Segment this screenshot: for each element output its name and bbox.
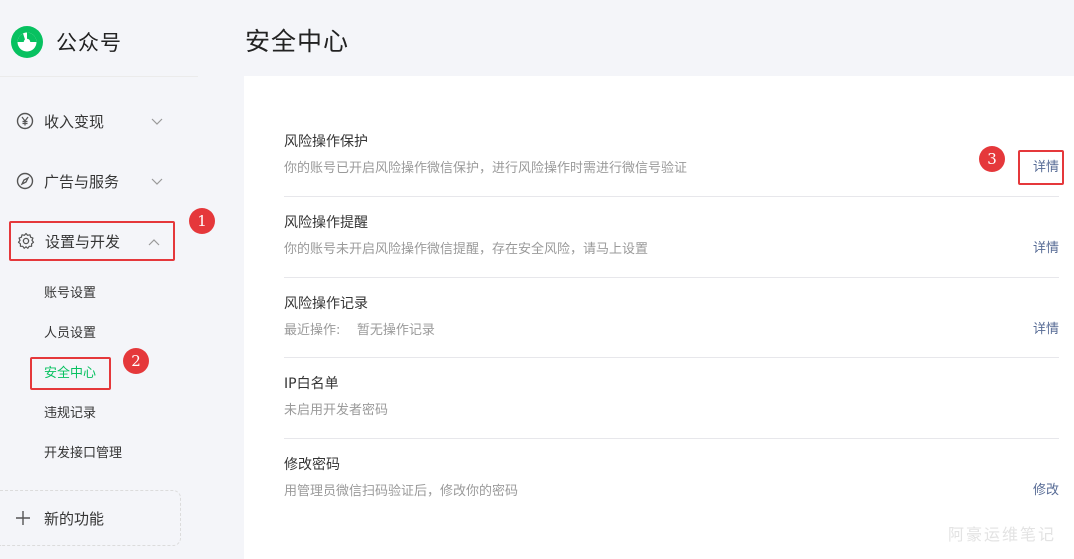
sidebar-subitem-violation-records[interactable]: 违规记录 xyxy=(44,404,96,424)
row-description: 你的账号未开启风险操作微信提醒，存在安全风险，请马上设置 xyxy=(284,242,649,257)
sidebar-item-label: 收入变现 xyxy=(44,112,105,131)
setting-row-risk-alert: 风险操作提醒 你的账号未开启风险操作微信提醒，存在安全风险，请马上设置 详情 xyxy=(284,213,1059,260)
details-link[interactable]: 详情 xyxy=(1033,320,1059,340)
gear-icon xyxy=(17,232,35,249)
row-description: 未启用开发者密码 xyxy=(284,403,389,418)
chevron-down-icon xyxy=(151,118,163,125)
row-title: 风险操作记录 xyxy=(284,296,368,312)
setting-row-risk-protection: 风险操作保护 你的账号已开启风险操作微信保护，进行风险操作时需进行微信号验证 详… xyxy=(284,132,1059,179)
sidebar-subitem-staff-settings[interactable]: 人员设置 xyxy=(44,324,96,344)
row-description: 你的账号已开启风险操作微信保护，进行风险操作时需进行微信号验证 xyxy=(284,161,688,176)
brand-name: 公众号 xyxy=(56,31,122,55)
divider xyxy=(284,277,1059,278)
chevron-up-icon xyxy=(148,239,160,246)
sidebar-item-revenue[interactable]: 收入变现 xyxy=(10,101,176,141)
row-description: 用管理员微信扫码验证后，修改你的密码 xyxy=(284,484,519,499)
wechat-official-account-logo-icon xyxy=(11,26,43,58)
new-feature-button[interactable]: 新的功能 xyxy=(0,490,181,546)
plus-icon xyxy=(16,511,30,525)
annotation-highlight-box xyxy=(1018,150,1064,185)
row-title: 修改密码 xyxy=(284,457,340,473)
sidebar-item-ads-services[interactable]: 广告与服务 xyxy=(10,161,176,201)
divider xyxy=(0,76,198,77)
row-title: 风险操作提醒 xyxy=(284,215,368,231)
row-title: 风险操作保护 xyxy=(284,134,368,150)
sidebar: 公众号 收入变现 广告与服务 设置与开发 1 账号设置 人员设置 安全中心 2 … xyxy=(0,0,215,559)
sidebar-item-settings-dev[interactable]: 设置与开发 xyxy=(9,221,175,261)
yen-circle-icon xyxy=(16,112,34,130)
watermark: 阿豪运维笔记 xyxy=(947,525,1056,544)
setting-row-ip-whitelist: IP白名单 未启用开发者密码 xyxy=(284,374,1059,421)
page-title: 安全中心 xyxy=(245,27,350,56)
sidebar-subitem-account-settings[interactable]: 账号设置 xyxy=(44,284,96,304)
sidebar-item-label: 设置与开发 xyxy=(45,232,121,251)
setting-row-risk-records: 风险操作记录 最近操作: 暂无操作记录 详情 xyxy=(284,294,1059,341)
annotation-badge-3: 3 xyxy=(979,146,1005,172)
sidebar-subitem-dev-api[interactable]: 开发接口管理 xyxy=(44,444,122,464)
security-panel: 风险操作保护 你的账号已开启风险操作微信保护，进行风险操作时需进行微信号验证 详… xyxy=(244,76,1074,559)
modify-link[interactable]: 修改 xyxy=(1033,481,1059,501)
new-feature-label: 新的功能 xyxy=(44,509,105,528)
brand[interactable]: 公众号 xyxy=(10,22,122,62)
details-link[interactable]: 详情 xyxy=(1033,239,1059,259)
setting-row-change-password: 修改密码 用管理员微信扫码验证后，修改你的密码 修改 xyxy=(284,455,1059,502)
sidebar-subitem-security-center[interactable]: 安全中心 xyxy=(44,364,96,384)
divider xyxy=(284,196,1059,197)
divider xyxy=(284,438,1059,439)
chevron-down-icon xyxy=(151,178,163,185)
annotation-badge-1: 1 xyxy=(189,208,215,234)
compass-icon xyxy=(16,172,34,190)
divider xyxy=(284,357,1059,358)
row-description: 最近操作: 暂无操作记录 xyxy=(284,323,435,338)
sidebar-item-label: 广告与服务 xyxy=(44,172,120,191)
annotation-badge-2: 2 xyxy=(123,348,149,374)
row-title: IP白名单 xyxy=(284,376,339,392)
